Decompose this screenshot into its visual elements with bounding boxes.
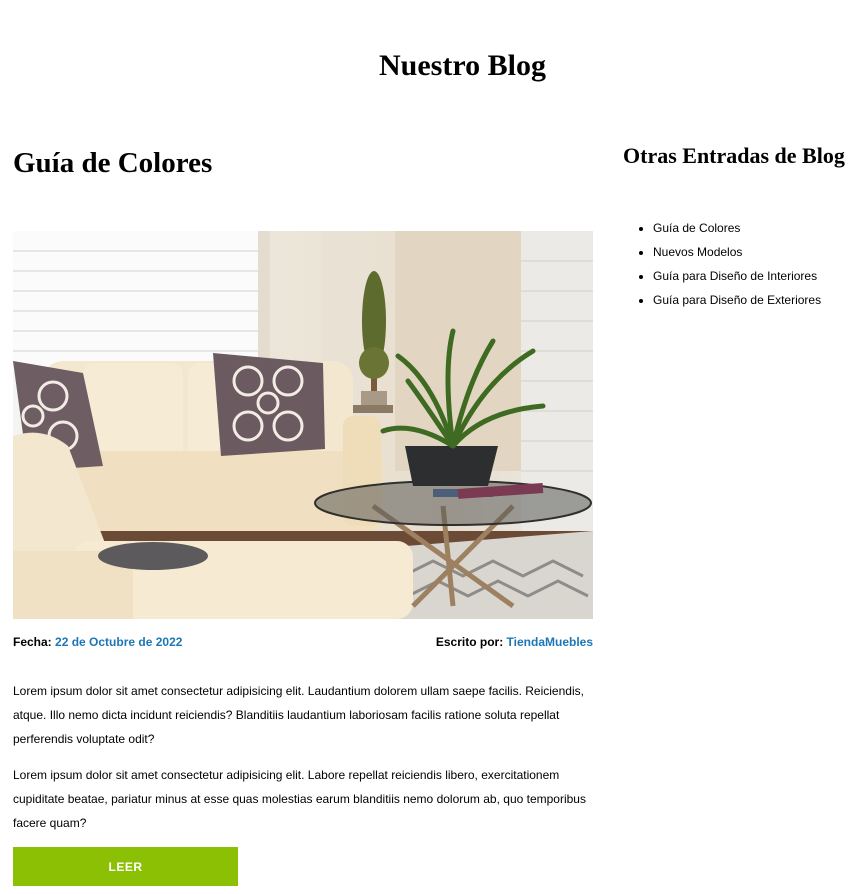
sidebar-link-nuevos-modelos[interactable]: Nuevos Modelos [653,245,742,259]
author-value: TiendaMuebles [506,635,593,649]
sidebar-title: Otras Entradas de Blog [623,143,845,168]
sidebar-item: Guía para Diseño de Interiores [653,264,821,288]
read-button[interactable]: LEER [13,847,238,886]
post-paragraph-1: Lorem ipsum dolor sit amet consectetur a… [13,684,584,746]
sidebar-list: Guía de Colores Nuevos Modelos Guía para… [635,216,821,312]
sidebar-item: Nuevos Modelos [653,240,821,264]
post-image [13,231,593,619]
sidebar-link-diseno-exteriores[interactable]: Guía para Diseño de Exteriores [653,293,821,307]
post-date: Fecha: 22 de Octubre de 2022 [13,633,182,651]
date-value: 22 de Octubre de 2022 [55,635,183,649]
sidebar-link-diseno-interiores[interactable]: Guía para Diseño de Interiores [653,269,817,283]
sidebar-item: Guía para Diseño de Exteriores [653,288,821,312]
sidebar-link-guia-colores[interactable]: Guía de Colores [653,221,740,235]
post-paragraph-2: Lorem ipsum dolor sit amet consectetur a… [13,768,586,830]
post-author: Escrito por: TiendaMuebles [380,633,593,651]
author-label: Escrito por: [435,635,504,649]
date-label: Fecha: [13,635,52,649]
post-title: Guía de Colores [13,147,213,179]
sidebar-item: Guía de Colores [653,216,821,240]
site-title: Nuestro Blog [379,49,546,82]
